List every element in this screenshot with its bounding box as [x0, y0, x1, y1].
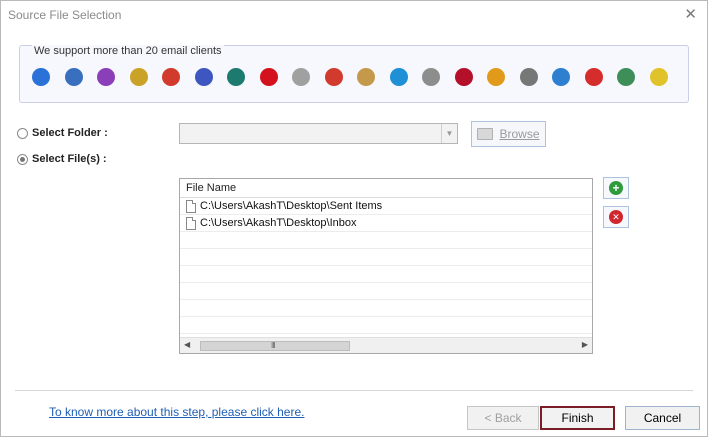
gmail-icon-glyph [162, 68, 180, 86]
pegasus-icon [128, 66, 150, 88]
scroll-grip: III [271, 341, 276, 350]
empty-row [180, 249, 592, 266]
gnu-icon-glyph [519, 68, 538, 86]
clock-mail-icon [290, 66, 312, 88]
select-folder-radio[interactable] [17, 127, 28, 139]
client-icons [30, 66, 680, 88]
empty-row [180, 283, 592, 300]
envelope-red-icon [583, 66, 605, 88]
lotus-icon [420, 66, 442, 88]
clock-mail-icon-glyph [292, 68, 310, 86]
berry-mail-icon [453, 66, 475, 88]
arrow-mail-icon [323, 66, 345, 88]
netscape-icon-glyph [227, 68, 245, 86]
file-icon [186, 216, 196, 230]
empty-row [180, 266, 592, 283]
file-list[interactable]: File Name C:\Users\AkashT\Desktop\Sent I… [179, 178, 593, 354]
opera-icon-glyph [259, 68, 278, 86]
select-folder-option[interactable]: Select Folder : [17, 127, 108, 139]
remove-file-button[interactable]: ✕ [603, 206, 629, 228]
plus-icon: + [609, 181, 623, 195]
scroll-thumb[interactable]: III [200, 341, 350, 351]
opera-icon [258, 66, 280, 88]
mail-icon-glyph [32, 68, 50, 86]
horizontal-scrollbar[interactable]: ◀ III ▶ [180, 337, 592, 353]
mailbird-icon [355, 66, 377, 88]
envelope-red-icon-glyph [584, 68, 603, 86]
source-file-selection-dialog: Source File Selection ✕ We support more … [0, 0, 708, 437]
postbox-icon [193, 66, 215, 88]
close-icon[interactable]: ✕ [684, 5, 697, 23]
dialog-title: Source File Selection [8, 8, 122, 22]
seamonkey-icon-glyph [617, 68, 635, 86]
outlook-icon-glyph [389, 68, 408, 86]
file-row[interactable]: C:\Users\AkashT\Desktop\Inbox [180, 215, 592, 232]
clients-legend: We support more than 20 email clients [32, 45, 224, 57]
folder-path-combo[interactable]: ▼ [179, 123, 458, 144]
gmail-icon [160, 66, 182, 88]
empty-row [180, 317, 592, 334]
gmx-icon [485, 66, 507, 88]
eudora-icon [95, 66, 117, 88]
file-path: C:\Users\AkashT\Desktop\Inbox [200, 217, 357, 229]
bat-icon-glyph [649, 68, 668, 86]
help-link[interactable]: To know more about this step, please cli… [49, 405, 304, 419]
thunderbird-icon [63, 66, 85, 88]
select-files-radio[interactable] [17, 153, 28, 165]
footer-divider [15, 390, 693, 391]
file-icon [186, 199, 196, 213]
thunderbird-icon-glyph [64, 68, 83, 86]
chevron-down-icon[interactable]: ▼ [441, 124, 457, 143]
remove-icon: ✕ [609, 210, 623, 224]
scroll-right-icon[interactable]: ▶ [582, 340, 588, 349]
gmx-icon-glyph [487, 68, 505, 86]
file-path: C:\Users\AkashT\Desktop\Sent Items [200, 200, 383, 212]
mailbird-icon-glyph [357, 68, 375, 86]
title-bar: Source File Selection ✕ [1, 1, 707, 29]
bat-icon [648, 66, 670, 88]
empty-row [180, 232, 592, 249]
postbox-icon-glyph [194, 68, 213, 86]
file-row[interactable]: C:\Users\AkashT\Desktop\Sent Items [180, 198, 592, 215]
berry-mail-icon-glyph [454, 68, 473, 86]
netscape-icon [225, 66, 247, 88]
file-name-column-header[interactable]: File Name [180, 179, 592, 198]
browse-button[interactable]: Browse [471, 121, 546, 147]
finish-button[interactable]: Finish [540, 406, 615, 430]
select-files-label: Select File(s) : [32, 153, 107, 165]
supported-clients-panel: We support more than 20 email clients [19, 45, 689, 103]
scroll-left-icon[interactable]: ◀ [184, 340, 190, 349]
pegasus-icon-glyph [129, 68, 148, 86]
back-button[interactable]: < Back [467, 406, 539, 430]
gnu-icon [518, 66, 540, 88]
send-icon-glyph [552, 68, 570, 86]
outlook-icon [388, 66, 410, 88]
select-folder-label: Select Folder : [32, 127, 108, 139]
empty-row [180, 300, 592, 317]
send-icon [550, 66, 572, 88]
arrow-mail-icon-glyph [324, 68, 343, 86]
add-file-button[interactable]: + [603, 177, 629, 199]
cancel-button[interactable]: Cancel [625, 406, 700, 430]
mail-icon [30, 66, 52, 88]
lotus-icon-glyph [422, 68, 440, 86]
browse-label: Browse [499, 127, 540, 141]
folder-icon [477, 128, 494, 140]
eudora-icon-glyph [97, 68, 115, 86]
select-files-option[interactable]: Select File(s) : [17, 153, 107, 165]
seamonkey-icon [615, 66, 637, 88]
